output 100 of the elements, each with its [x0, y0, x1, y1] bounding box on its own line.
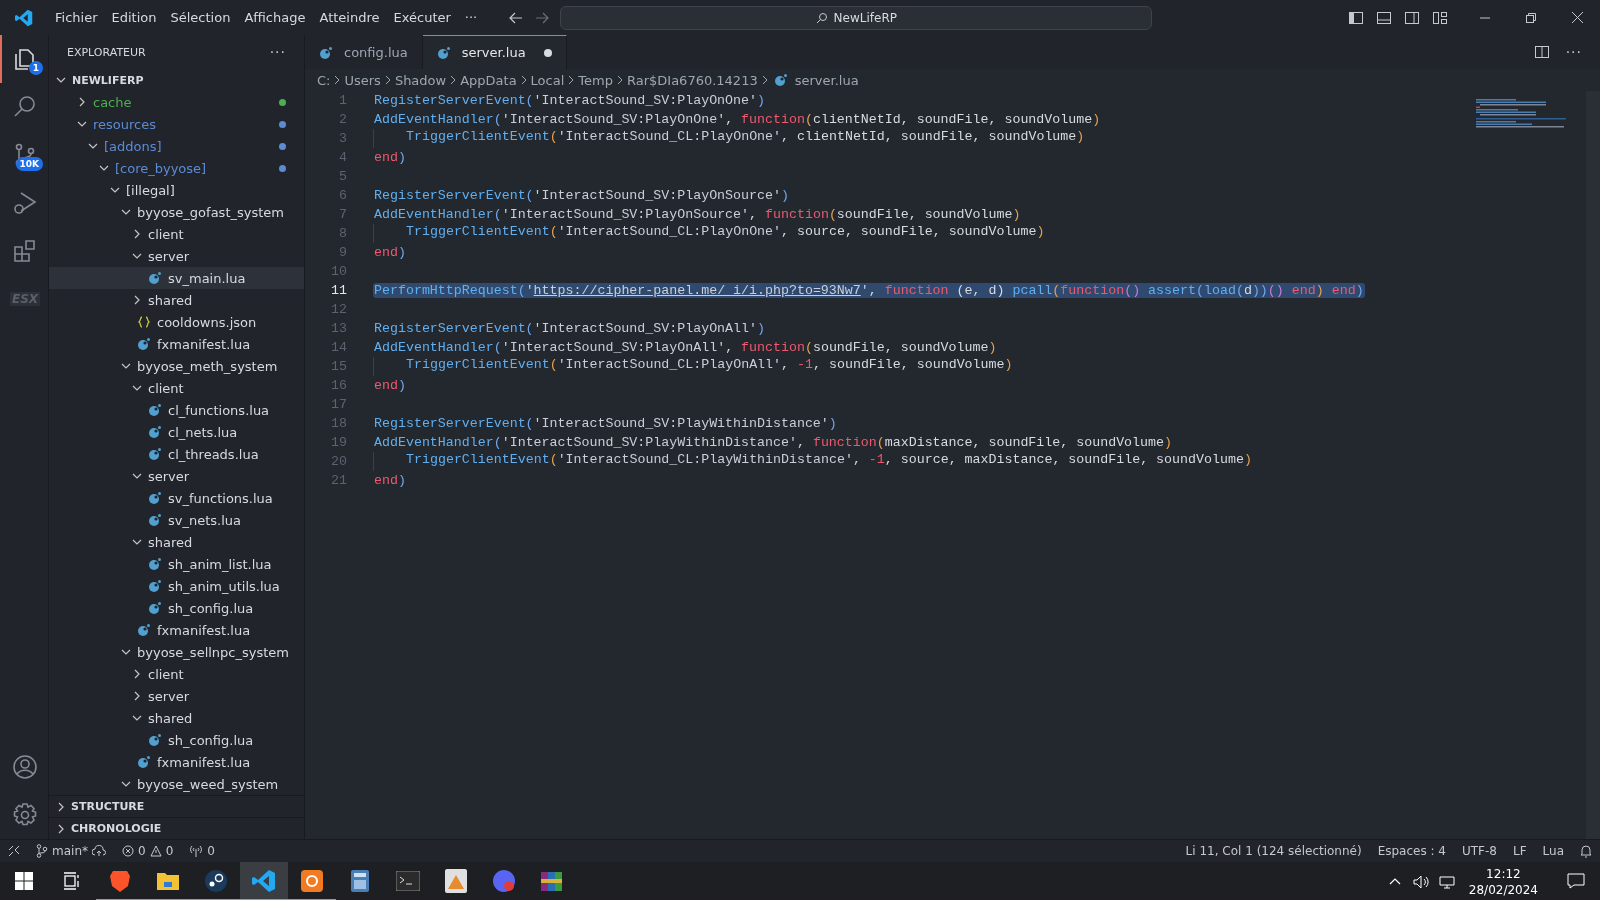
line-number: 3 — [338, 131, 347, 146]
error-icon — [122, 845, 134, 857]
moon-icon — [148, 513, 162, 527]
breadcrumb-item[interactable]: C: — [317, 72, 331, 88]
restore-icon — [1526, 12, 1536, 23]
search-field[interactable]: NewLifeRP — [560, 5, 1153, 30]
unsaved-dot — [543, 48, 552, 57]
tree-item[interactable]: sh_anim_utils.lua — [49, 575, 304, 597]
ports-status[interactable]: 0 — [181, 844, 223, 858]
tree-item[interactable]: cl_functions.lua — [49, 399, 304, 421]
breadcrumb-item[interactable]: Temp — [578, 72, 613, 88]
task-view-icon — [63, 871, 81, 890]
tree-item[interactable]: server — [49, 685, 304, 707]
moon-icon — [148, 733, 162, 747]
speaker-icon[interactable] — [1412, 875, 1429, 889]
warning-icon — [149, 845, 162, 857]
code-line: RegisterServerEvent('InteractSound_SV:PlayWithinDistance') — [373, 416, 838, 431]
line-number: 2 — [338, 112, 347, 127]
line-number: 18 — [330, 416, 347, 431]
line-number: 17 — [330, 397, 347, 412]
tree-item[interactable]: sh_config.lua — [49, 729, 304, 751]
tree-item[interactable]: fxmanifest.lua — [49, 751, 304, 773]
tree-item[interactable]: client — [49, 663, 304, 685]
tree-item[interactable]: cache — [49, 91, 304, 113]
menu-item[interactable]: Atteindre — [312, 4, 387, 31]
activity-bar-item[interactable]: 10K — [0, 131, 48, 179]
section-header[interactable]: STRUCTURE — [49, 795, 304, 817]
branch-status[interactable]: main* — [28, 844, 114, 858]
sidebar-layout-icon[interactable] — [1348, 9, 1364, 26]
clock-time[interactable]: 12:12 — [1486, 866, 1521, 882]
menu-item[interactable]: Sélection — [163, 4, 238, 31]
breadcrumb-item[interactable]: Local — [530, 72, 565, 88]
tree-item[interactable]: byyose_weed_system — [49, 773, 304, 795]
tree-item[interactable]: shared — [49, 707, 304, 729]
windows-icon — [15, 871, 33, 890]
code-line: end) — [373, 378, 407, 393]
problems-status[interactable]: 0 0 — [114, 844, 182, 858]
grid-layout-icon[interactable] — [1432, 9, 1448, 26]
tree-item[interactable]: byyose_gofast_system — [49, 201, 304, 223]
tree-item[interactable]: client — [49, 377, 304, 399]
tree-item[interactable]: byyose_meth_system — [49, 355, 304, 377]
menu-item[interactable]: Affichage — [237, 4, 313, 31]
more-actions-button[interactable]: ··· — [1559, 43, 1588, 61]
moon-icon — [137, 755, 151, 769]
tree-item[interactable]: cl_threads.lua — [49, 443, 304, 465]
tree-item[interactable]: [addons] — [49, 135, 304, 157]
clock-date[interactable]: 28/02/2024 — [1468, 882, 1538, 898]
indentation-status[interactable]: Espaces : 4 — [1369, 844, 1454, 858]
split-editor-icon[interactable] — [1533, 44, 1550, 60]
extensions-icon — [12, 238, 38, 264]
tree-item[interactable]: sv_main.lua — [49, 267, 304, 289]
code-editor-logo — [15, 8, 33, 27]
terminal-icon — [396, 870, 420, 891]
language-mode[interactable]: Lua — [1534, 844, 1572, 858]
search-icon — [815, 11, 828, 24]
tree-item[interactable]: byyose_sellnpc_system — [49, 641, 304, 663]
tree-item[interactable]: sh_config.lua — [49, 597, 304, 619]
more-menu-button[interactable]: ··· — [457, 4, 485, 31]
play-bug-icon — [12, 190, 38, 216]
tree-item[interactable]: [core_byyose] — [49, 157, 304, 179]
tree-item[interactable]: server — [49, 245, 304, 267]
tree-item[interactable]: shared — [49, 531, 304, 553]
count-badge: 10K — [15, 157, 43, 171]
workspace-root[interactable]: NEWLIFERP — [49, 69, 304, 91]
breadcrumb-item[interactable]: AppData — [460, 72, 517, 88]
tree-item[interactable]: cooldowns.json — [49, 311, 304, 333]
tree-item[interactable]: sv_functions.lua — [49, 487, 304, 509]
tree-item[interactable]: fxmanifest.lua — [49, 619, 304, 641]
count-badge: 1 — [28, 61, 43, 75]
more-actions-button[interactable]: ··· — [263, 43, 292, 61]
breadcrumb-item[interactable]: server.lua — [771, 72, 859, 88]
line-number: 5 — [338, 169, 347, 184]
tree-item[interactable]: resources — [49, 113, 304, 135]
tree-item[interactable]: sh_anim_list.lua — [49, 553, 304, 575]
editor-tab[interactable]: server.lua — [422, 35, 567, 69]
moon-icon — [148, 579, 162, 593]
tree-item[interactable]: fxmanifest.lua — [49, 333, 304, 355]
menu-item[interactable]: Edition — [104, 4, 164, 31]
folder-icon — [156, 870, 180, 891]
tree-item[interactable]: cl_nets.lua — [49, 421, 304, 443]
cursor-position[interactable]: Li 11, Col 1 (124 sélectionné) — [1177, 844, 1370, 858]
line-number: 11 — [330, 283, 347, 298]
line-ending-status[interactable]: LF — [1504, 844, 1535, 858]
tree-item[interactable]: shared — [49, 289, 304, 311]
split-layout-icon[interactable] — [1404, 9, 1420, 26]
tree-item[interactable]: sv_nets.lua — [49, 509, 304, 531]
encoding-status[interactable]: UTF-8 — [1454, 844, 1505, 858]
monitor-icon[interactable] — [1438, 875, 1455, 889]
moon-icon — [148, 425, 162, 439]
panel-layout-icon[interactable] — [1376, 9, 1392, 26]
menu-item[interactable]: Exécuter — [386, 4, 458, 31]
tree-item[interactable]: server — [49, 465, 304, 487]
breadcrumb-item[interactable]: Users — [344, 72, 381, 88]
speech-bubble-icon — [1567, 872, 1585, 889]
breadcrumb-item[interactable]: Shadow — [394, 72, 447, 88]
tree-item[interactable]: [illegal] — [49, 179, 304, 201]
moon-icon — [148, 491, 162, 505]
tree-item[interactable]: client — [49, 223, 304, 245]
menu-item[interactable]: Fichier — [48, 4, 105, 31]
breadcrumb-item[interactable]: Rar$DIa6760.14213 — [626, 72, 758, 88]
